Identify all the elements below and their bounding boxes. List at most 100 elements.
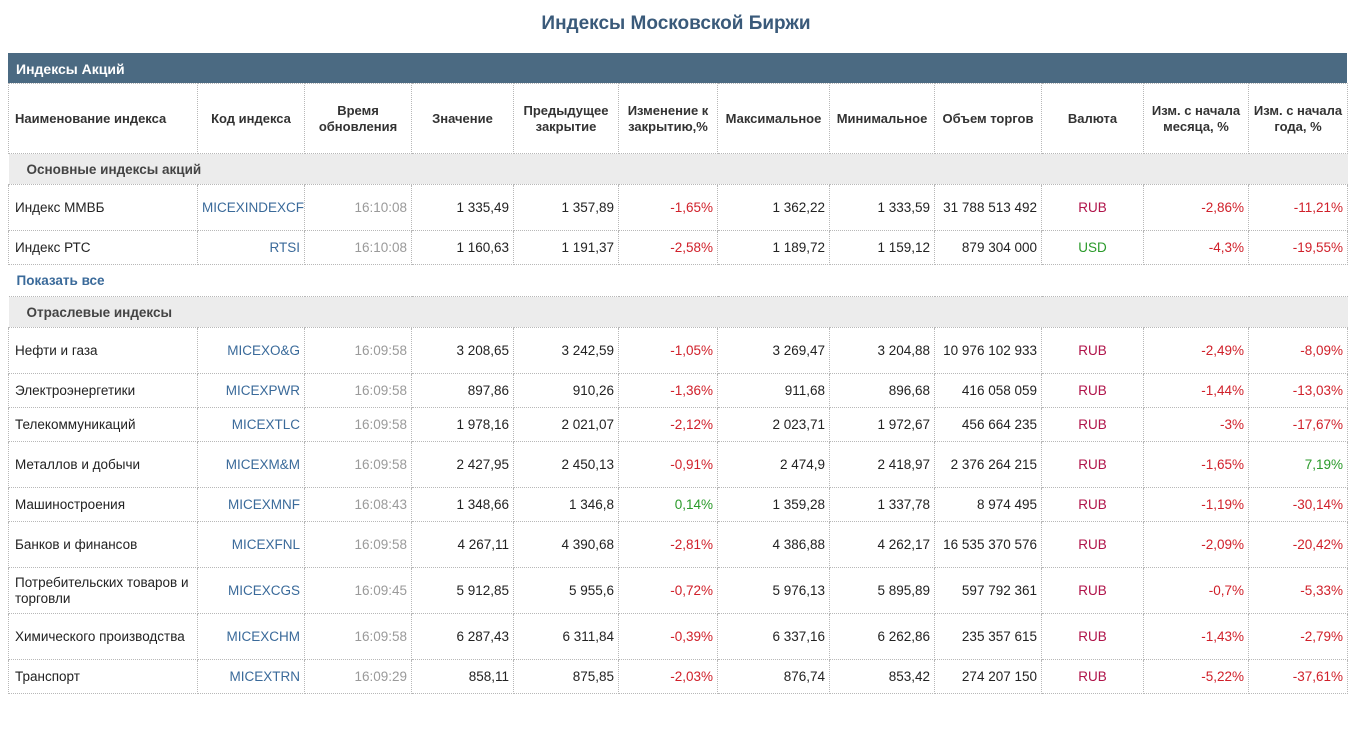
index-code-link[interactable]: MICEXCHM xyxy=(197,613,305,660)
table-row[interactable]: Транспорт MICEXTRN 16:09:29 858,11 875,85 -2,… xyxy=(8,659,1348,694)
month-change: -1,19% xyxy=(1143,487,1249,522)
update-time: 16:10:08 xyxy=(304,230,412,265)
update-time: 16:09:58 xyxy=(304,407,412,442)
currency: RUB xyxy=(1041,659,1144,694)
col-header-max[interactable]: Максимальное xyxy=(717,83,830,154)
table-row[interactable]: Химического производства MICEXCHM 16:09:58… xyxy=(8,613,1348,660)
max-value: 3 269,47 xyxy=(717,327,830,374)
table-row[interactable]: Металлов и добычи MICEXM&M 16:09:58 2 427,9… xyxy=(8,441,1348,488)
max-value: 6 337,16 xyxy=(717,613,830,660)
col-header-name[interactable]: Наименование индекса xyxy=(8,83,198,154)
index-value: 3 208,65 xyxy=(411,327,514,374)
index-name: Индекс ММВБ xyxy=(8,184,198,231)
index-name: Банков и финансов xyxy=(8,521,198,568)
table-row[interactable]: Электроэнергетики MICEXPWR 16:09:58 897,86 9… xyxy=(8,373,1348,408)
index-code-link[interactable]: MICEXPWR xyxy=(197,373,305,408)
index-code-link[interactable]: MICEXINDEXCF xyxy=(197,184,305,231)
max-value: 1 359,28 xyxy=(717,487,830,522)
currency: RUB xyxy=(1041,567,1144,614)
currency: RUB xyxy=(1041,441,1144,488)
update-time: 16:09:58 xyxy=(304,441,412,488)
col-header-currency[interactable]: Валюта xyxy=(1041,83,1144,154)
trade-volume: 10 976 102 933 xyxy=(934,327,1042,374)
index-code-link[interactable]: MICEXTRN xyxy=(197,659,305,694)
index-value: 4 267,11 xyxy=(411,521,514,568)
index-name: Химического производства xyxy=(8,613,198,660)
trade-volume: 31 788 513 492 xyxy=(934,184,1042,231)
col-header-prev-close[interactable]: Предыдущее закрытие xyxy=(513,83,619,154)
table-row[interactable]: Индекс ММВБ MICEXINDEXCF 16:10:08 1 335,49 1… xyxy=(8,184,1348,231)
index-code-link[interactable]: MICEXTLC xyxy=(197,407,305,442)
col-header-value[interactable]: Значение xyxy=(411,83,514,154)
year-change: -37,61% xyxy=(1248,659,1348,694)
change-percent: -2,81% xyxy=(618,521,718,568)
col-header-month-change[interactable]: Изм. с начала месяца, % xyxy=(1143,83,1249,154)
min-value: 4 262,17 xyxy=(829,521,935,568)
index-name: Потребительских товаров и торговли xyxy=(8,567,198,614)
index-code-link[interactable]: RTSI xyxy=(197,230,305,265)
table-row[interactable]: Нефти и газа MICEXO&G 16:09:58 3 208,65 3 24… xyxy=(8,327,1348,374)
currency: RUB xyxy=(1041,327,1144,374)
prev-close: 3 242,59 xyxy=(513,327,619,374)
change-percent: -2,03% xyxy=(618,659,718,694)
col-header-change[interactable]: Изменение к закрытию,% xyxy=(618,83,718,154)
index-name: Индекс РТС xyxy=(8,230,198,265)
change-percent: -2,58% xyxy=(618,230,718,265)
max-value: 911,68 xyxy=(717,373,830,408)
index-value: 6 287,43 xyxy=(411,613,514,660)
index-value: 5 912,85 xyxy=(411,567,514,614)
col-header-volume[interactable]: Объем торгов xyxy=(934,83,1042,154)
year-change: -20,42% xyxy=(1248,521,1348,568)
index-value: 1 335,49 xyxy=(411,184,514,231)
min-value: 1 972,67 xyxy=(829,407,935,442)
prev-close: 2 021,07 xyxy=(513,407,619,442)
max-value: 1 362,22 xyxy=(717,184,830,231)
group-title: Основные индексы акций xyxy=(8,153,1348,185)
prev-close: 2 450,13 xyxy=(513,441,619,488)
update-time: 16:08:43 xyxy=(304,487,412,522)
prev-close: 910,26 xyxy=(513,373,619,408)
index-value: 858,11 xyxy=(411,659,514,694)
index-code-link[interactable]: MICEXCGS xyxy=(197,567,305,614)
index-code-link[interactable]: MICEXM&M xyxy=(197,441,305,488)
table-row[interactable]: Телекоммуникаций MICEXTLC 16:09:58 1 978,16… xyxy=(8,407,1348,442)
trade-volume: 274 207 150 xyxy=(934,659,1042,694)
table-row[interactable]: Индекс РТС RTSI 16:10:08 1 160,63 1 191,37 -2… xyxy=(8,230,1348,265)
change-percent: -0,72% xyxy=(618,567,718,614)
index-code-link[interactable]: MICEXO&G xyxy=(197,327,305,374)
index-code-link[interactable]: MICEXFNL xyxy=(197,521,305,568)
update-time: 16:09:29 xyxy=(304,659,412,694)
table-row[interactable]: Машиностроения MICEXMNF 16:08:43 1 348,66 1 … xyxy=(8,487,1348,522)
index-name: Электроэнергетики xyxy=(8,373,198,408)
year-change: -11,21% xyxy=(1248,184,1348,231)
max-value: 2 023,71 xyxy=(717,407,830,442)
min-value: 853,42 xyxy=(829,659,935,694)
col-header-min[interactable]: Минимальное xyxy=(829,83,935,154)
min-value: 1 337,78 xyxy=(829,487,935,522)
year-change: -19,55% xyxy=(1248,230,1348,265)
table-row[interactable]: Потребительских товаров и торговли MICEXC… xyxy=(8,567,1348,614)
index-name: Металлов и добычи xyxy=(8,441,198,488)
month-change: -1,65% xyxy=(1143,441,1249,488)
month-change: -2,49% xyxy=(1143,327,1249,374)
section-header: Индексы Акций xyxy=(8,53,1347,83)
col-header-code[interactable]: Код индекса xyxy=(197,83,305,154)
min-value: 3 204,88 xyxy=(829,327,935,374)
show-all-link[interactable]: Показать все xyxy=(17,273,105,288)
max-value: 1 189,72 xyxy=(717,230,830,265)
update-time: 16:09:45 xyxy=(304,567,412,614)
index-code-link[interactable]: MICEXMNF xyxy=(197,487,305,522)
month-change: -3% xyxy=(1143,407,1249,442)
col-header-time[interactable]: Время обновления xyxy=(304,83,412,154)
year-change: 7,19% xyxy=(1248,441,1348,488)
prev-close: 4 390,68 xyxy=(513,521,619,568)
table-row[interactable]: Банков и финансов MICEXFNL 16:09:58 4 267,1… xyxy=(8,521,1348,568)
min-value: 1 333,59 xyxy=(829,184,935,231)
group-title: Отраслевые индексы xyxy=(8,296,1348,328)
month-change: -4,3% xyxy=(1143,230,1249,265)
col-header-year-change[interactable]: Изм. с начала года, % xyxy=(1248,83,1348,154)
show-all-cell: Показать все xyxy=(8,264,1348,297)
currency: USD xyxy=(1041,230,1144,265)
min-value: 5 895,89 xyxy=(829,567,935,614)
trade-volume: 16 535 370 576 xyxy=(934,521,1042,568)
